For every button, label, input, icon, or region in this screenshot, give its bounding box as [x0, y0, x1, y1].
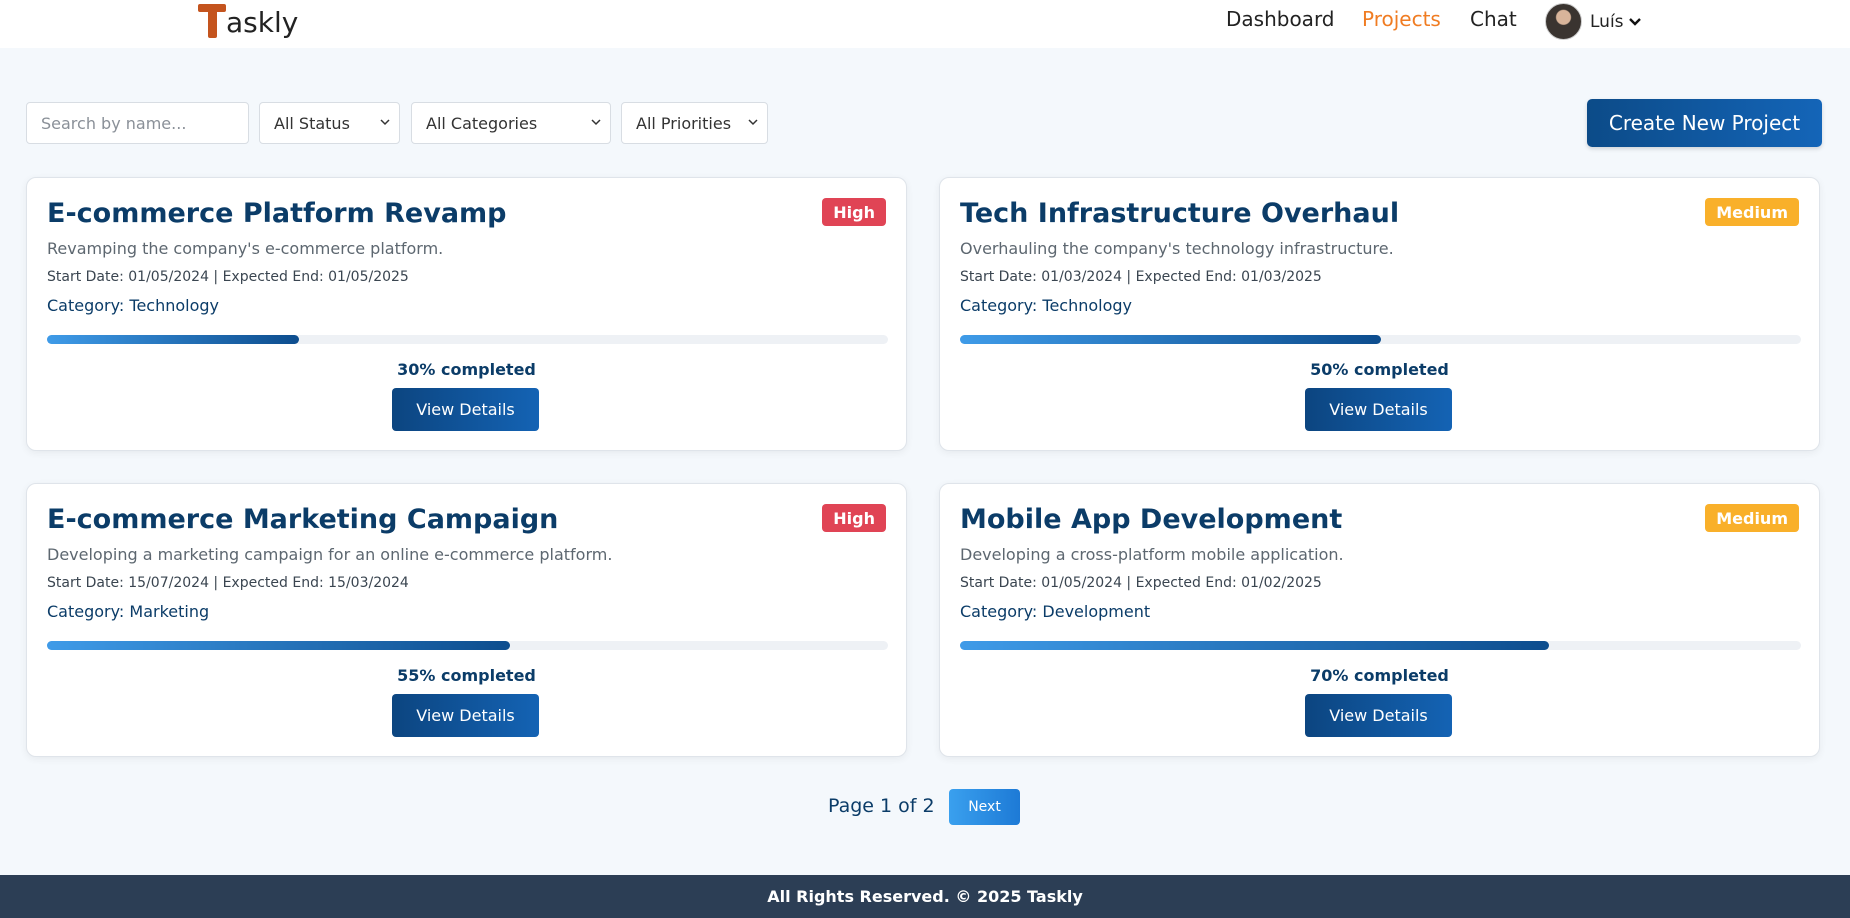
page-indicator: Page 1 of 2 — [828, 795, 935, 817]
project-card: Tech Infrastructure Overhaul Medium Over… — [939, 177, 1820, 451]
project-category: Category: Development — [960, 602, 1151, 621]
status-select[interactable]: All Status — [259, 102, 400, 144]
user-menu[interactable]: Luís — [1545, 3, 1642, 40]
project-card: E-commerce Platform Revamp High Revampin… — [26, 177, 907, 451]
footer: All Rights Reserved. © 2025 Taskly — [0, 875, 1850, 918]
progress-track — [47, 335, 888, 344]
progress-track — [960, 641, 1801, 650]
project-title: E-commerce Marketing Campaign — [47, 504, 559, 535]
project-card: Mobile App Development Medium Developing… — [939, 483, 1820, 757]
priority-badge: Medium — [1705, 198, 1799, 226]
avatar — [1545, 3, 1582, 40]
nav-projects[interactable]: Projects — [1362, 7, 1441, 31]
search-input[interactable]: Search by name... — [26, 102, 249, 144]
project-category: Category: Technology — [47, 296, 220, 315]
priority-select-value: All Priorities — [636, 113, 732, 133]
chevron-down-icon — [748, 119, 758, 126]
search-placeholder: Search by name... — [41, 113, 187, 133]
progress-label: 55% completed — [397, 666, 536, 685]
progress-fill — [47, 335, 300, 344]
view-details-button[interactable]: View Details — [392, 694, 539, 737]
project-title: E-commerce Platform Revamp — [47, 198, 507, 229]
progress-fill — [960, 335, 1381, 344]
view-details-button[interactable]: View Details — [1305, 694, 1452, 737]
progress-fill — [47, 641, 510, 650]
footer-text: All Rights Reserved. © 2025 Taskly — [767, 887, 1083, 906]
priority-badge: Medium — [1705, 504, 1799, 532]
progress-label: 30% completed — [397, 360, 536, 379]
chevron-down-icon — [591, 119, 601, 126]
project-dates: Start Date: 15/07/2024 | Expected End: 1… — [47, 575, 409, 591]
logo[interactable]: askly — [198, 0, 298, 40]
project-title: Mobile App Development — [960, 504, 1343, 535]
top-header: askly Dashboard Projects Chat Luís — [0, 0, 1850, 48]
project-title: Tech Infrastructure Overhaul — [960, 198, 1400, 229]
view-details-button[interactable]: View Details — [1305, 388, 1452, 431]
priority-badge: High — [822, 504, 886, 532]
next-page-button[interactable]: Next — [949, 789, 1020, 825]
progress-label: 70% completed — [1310, 666, 1449, 685]
project-description: Revamping the company's e-commerce platf… — [47, 239, 444, 258]
brand-name: askly — [226, 6, 299, 39]
project-dates: Start Date: 01/05/2024 | Expected End: 0… — [960, 575, 1322, 591]
project-card: E-commerce Marketing Campaign High Devel… — [26, 483, 907, 757]
category-select[interactable]: All Categories — [411, 102, 611, 144]
logo-t-icon — [198, 2, 226, 40]
status-select-value: All Status — [274, 113, 350, 133]
project-category: Category: Marketing — [47, 602, 210, 621]
user-name: Luís — [1590, 11, 1624, 32]
nav-dashboard[interactable]: Dashboard — [1226, 7, 1335, 31]
project-category: Category: Technology — [960, 296, 1133, 315]
nav-chat[interactable]: Chat — [1470, 7, 1517, 31]
project-description: Overhauling the company's technology inf… — [960, 239, 1394, 258]
progress-track — [47, 641, 888, 650]
progress-label: 50% completed — [1310, 360, 1449, 379]
view-details-button[interactable]: View Details — [392, 388, 539, 431]
priority-select[interactable]: All Priorities — [621, 102, 768, 144]
project-description: Developing a marketing campaign for an o… — [47, 545, 613, 564]
chevron-down-icon — [380, 119, 390, 126]
category-select-value: All Categories — [426, 113, 538, 133]
progress-fill — [960, 641, 1549, 650]
project-dates: Start Date: 01/05/2024 | Expected End: 0… — [47, 269, 409, 285]
project-description: Developing a cross-platform mobile appli… — [960, 545, 1344, 564]
priority-badge: High — [822, 198, 886, 226]
create-project-button[interactable]: Create New Project — [1587, 99, 1822, 147]
chevron-down-icon — [1628, 17, 1641, 26]
project-dates: Start Date: 01/03/2024 | Expected End: 0… — [960, 269, 1322, 285]
progress-track — [960, 335, 1801, 344]
